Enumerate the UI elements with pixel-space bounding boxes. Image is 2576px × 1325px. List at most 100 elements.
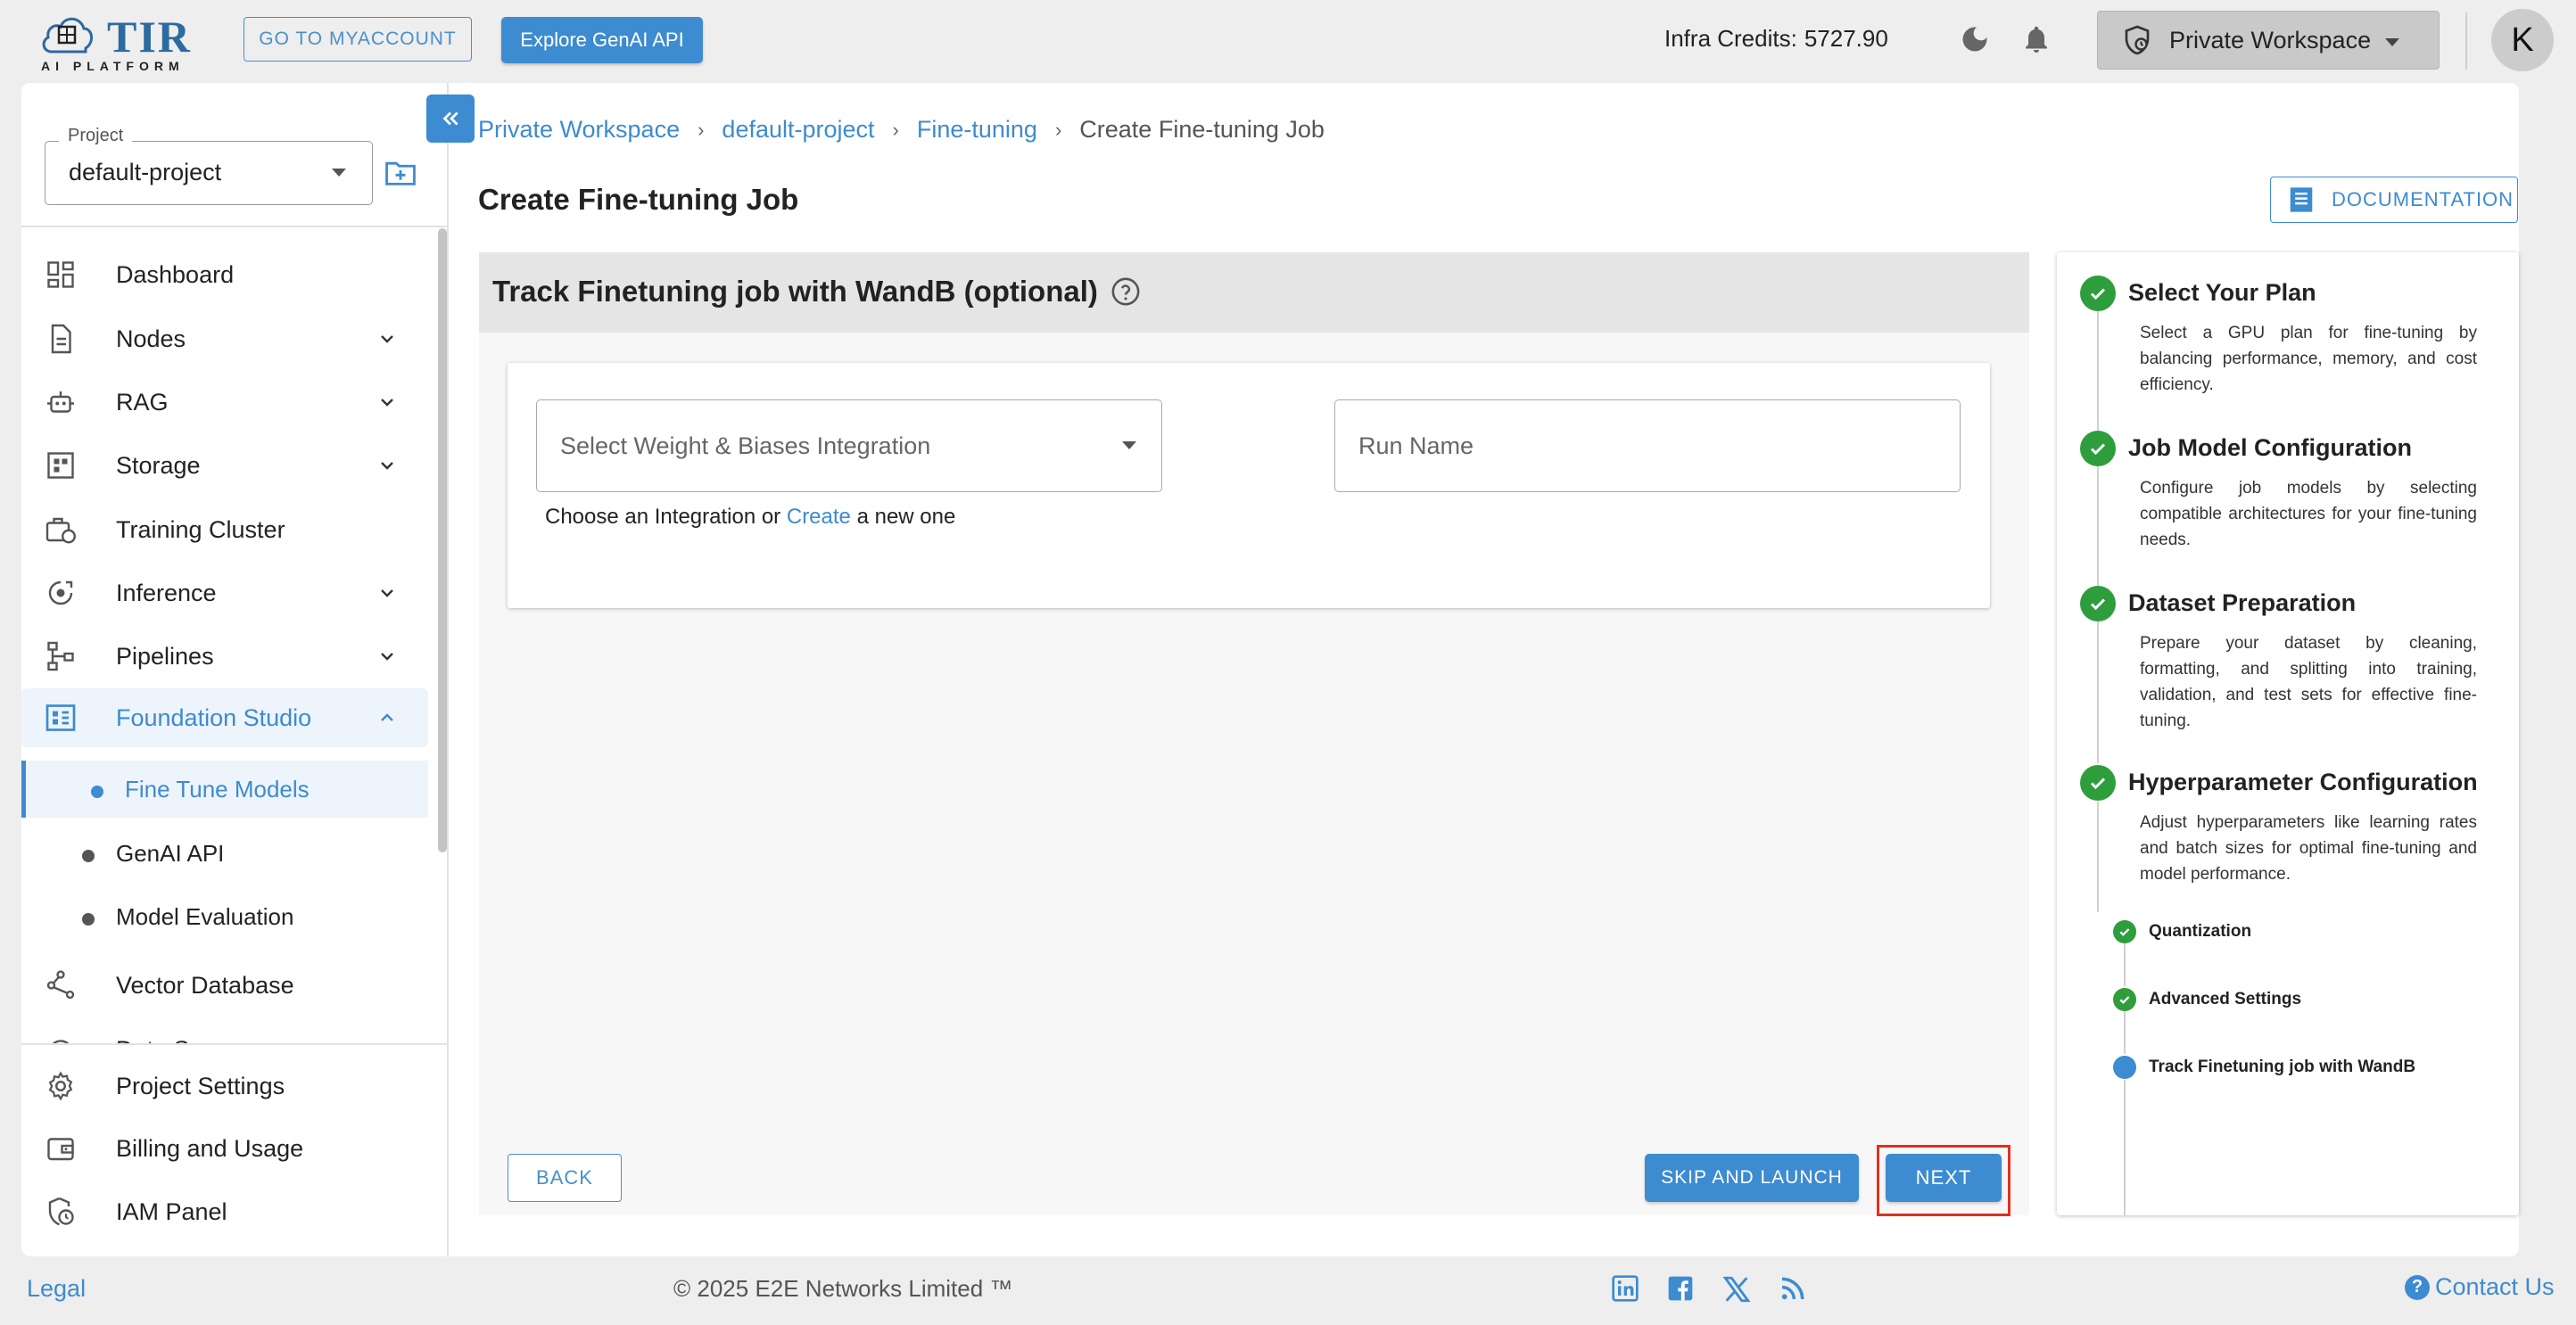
collapse-sidebar-button[interactable] <box>426 95 475 143</box>
workspace-selector[interactable]: Private Workspace <box>2097 11 2440 70</box>
substep-title: Quantization <box>2149 922 2252 941</box>
wallet-icon <box>47 1138 74 1161</box>
gear-icon <box>48 1071 73 1101</box>
wandb-integration-select[interactable]: Select Weight & Biases Integration <box>536 399 1162 492</box>
helper-text-suffix: a new one <box>856 505 956 529</box>
sidebar-item-data-syncer-partial[interactable]: Data Syncer <box>21 1024 428 1044</box>
chevron-up-icon <box>381 713 393 721</box>
sidebar-item-vector-database[interactable]: Vector Database <box>21 953 428 1017</box>
user-avatar[interactable]: K <box>2491 9 2554 71</box>
sidebar-subitem-label: Fine Tune Models <box>125 775 310 802</box>
dashboard-icon <box>47 261 74 288</box>
chevron-down-icon <box>2385 38 2399 46</box>
sidebar-subitem-genai-api[interactable]: GenAI API <box>21 825 428 882</box>
sidebar-item-label: Project Settings <box>116 1072 285 1099</box>
current-step-dot-icon <box>2113 1056 2136 1079</box>
sidebar-item-inference[interactable]: Inference <box>21 561 428 625</box>
breadcrumb-fine-tuning[interactable]: Fine-tuning <box>917 116 1037 144</box>
sidebar-item-label: Inference <box>116 579 217 606</box>
add-folder-icon[interactable] <box>384 158 417 188</box>
workspace-name: Private Workspace <box>2169 26 2372 53</box>
sidebar-item-label: Pipelines <box>116 642 214 670</box>
sidebar-subitem-label: GenAI API <box>116 839 225 867</box>
explore-genai-api-button[interactable]: Explore GenAI API <box>501 17 703 63</box>
cloud-logo-icon <box>42 17 93 53</box>
project-label: Project <box>59 126 133 146</box>
sidebar-item-dashboard[interactable]: Dashboard <box>21 243 428 307</box>
sidebar-item-storage[interactable]: Storage <box>21 433 428 498</box>
breadcrumb-separator: › <box>1054 118 1062 141</box>
sidebar-item-label: Storage <box>116 451 201 479</box>
step-description: Select a GPU plan for fine-tuning by bal… <box>2140 324 2477 394</box>
sidebar-divider <box>21 1043 449 1045</box>
go-to-myaccount-button[interactable]: GO TO MYACCOUNT <box>244 17 472 62</box>
sidebar-item-billing-and-usage[interactable]: Billing and Usage <box>21 1116 428 1181</box>
step-description: Prepare your dataset by cleaning, format… <box>2140 634 2477 730</box>
step-description: Configure job models by selecting compat… <box>2140 479 2477 549</box>
dark-mode-moon-icon[interactable] <box>1959 23 1991 55</box>
sidebar-subitem-label: Model Evaluation <box>116 902 294 930</box>
create-integration-link[interactable]: Create <box>787 505 851 529</box>
step-title: Dataset Preparation <box>2128 589 2357 616</box>
breadcrumb-private-workspace[interactable]: Private Workspace <box>478 116 680 144</box>
pipeline-icon <box>47 641 74 671</box>
facebook-icon[interactable] <box>1666 1274 1697 1304</box>
robot-icon <box>47 391 74 413</box>
sidebar-item-rag[interactable]: RAG <box>21 370 428 434</box>
integration-helper-text: Choose an Integration or Create a new on… <box>545 505 955 530</box>
document-list-icon <box>2290 187 2313 212</box>
notification-bell-icon[interactable] <box>2020 23 2052 55</box>
sidebar-item-foundation-studio[interactable]: Foundation Studio <box>21 688 428 747</box>
run-name-input[interactable] <box>1334 399 1961 492</box>
tir-logo[interactable]: TIR AI PLATFORM <box>39 9 209 73</box>
linkedin-icon[interactable] <box>1611 1274 1641 1304</box>
chevron-down-icon <box>1122 441 1136 449</box>
substep-track-wandb-current: Track Finetuning job with WandB <box>2113 1056 2415 1079</box>
chevron-down-icon <box>381 589 393 597</box>
documentation-label: DOCUMENTATION <box>2332 188 2514 210</box>
bullet-dot-icon <box>82 913 95 926</box>
breadcrumb-separator: › <box>698 118 705 141</box>
check-circle-icon <box>2113 920 2136 943</box>
legal-link[interactable]: Legal <box>27 1275 86 1303</box>
sidebar-item-project-settings[interactable]: Project Settings <box>21 1054 428 1118</box>
double-chevron-left-icon <box>442 111 458 126</box>
sidebar-subitem-fine-tune-models[interactable]: Fine Tune Models <box>21 761 428 818</box>
help-circle-icon[interactable] <box>1110 276 1141 307</box>
inference-icon <box>48 580 73 605</box>
back-button[interactable]: BACK <box>508 1154 622 1202</box>
briefcase-clock-icon <box>45 517 76 544</box>
skip-and-launch-button[interactable]: SKIP AND LAUNCH <box>1645 1154 1859 1202</box>
breadcrumb-default-project[interactable]: default-project <box>722 116 874 144</box>
sidebar-item-label: IAM Panel <box>116 1197 227 1225</box>
logo-text: TIR <box>107 12 192 62</box>
step-title: Job Model Configuration <box>2128 434 2412 461</box>
sidebar-subitem-model-evaluation[interactable]: Model Evaluation <box>21 888 428 945</box>
step-title: Hyperparameter Configuration <box>2128 769 2478 795</box>
check-circle-icon <box>2080 765 2116 801</box>
sidebar-item-iam-panel[interactable]: IAM Panel <box>21 1180 428 1244</box>
copyright-text: © 2025 E2E Networks Limited ™ <box>673 1275 1013 1302</box>
substep-advanced-settings: Advanced Settings <box>2113 988 2301 1011</box>
bullet-dot-icon <box>91 786 103 798</box>
step-description: Adjust hyperparameters like learning rat… <box>2140 813 2477 884</box>
document-icon <box>51 324 71 354</box>
substep-quantization: Quantization <box>2113 920 2251 943</box>
sidebar-scrollbar[interactable] <box>438 228 447 852</box>
chevron-down-icon <box>381 462 393 470</box>
step-job-model-configuration: Job Model Configuration Configure job mo… <box>2080 431 2477 549</box>
documentation-button[interactable]: DOCUMENTATION <box>2270 177 2518 223</box>
next-button[interactable]: NEXT <box>1886 1154 2002 1202</box>
sidebar-item-training-cluster[interactable]: Training Cluster <box>21 498 428 562</box>
helper-text-prefix: Choose an Integration or <box>545 505 781 529</box>
breadcrumb: Private Workspace › default-project › Fi… <box>478 116 1325 144</box>
sidebar-item-nodes[interactable]: Nodes <box>21 307 428 371</box>
rss-icon[interactable] <box>1779 1274 1809 1304</box>
sidebar-item-pipelines[interactable]: Pipelines <box>21 624 428 688</box>
sidebar-item-label: Foundation Studio <box>116 704 312 731</box>
contact-us-link[interactable]: ? Contact Us <box>2405 1273 2555 1301</box>
infra-credits-value: 5727.90 <box>1804 25 1888 52</box>
x-twitter-icon[interactable] <box>1721 1274 1752 1304</box>
chevron-down-icon <box>381 399 393 407</box>
logo-subtitle: AI PLATFORM <box>41 59 185 73</box>
